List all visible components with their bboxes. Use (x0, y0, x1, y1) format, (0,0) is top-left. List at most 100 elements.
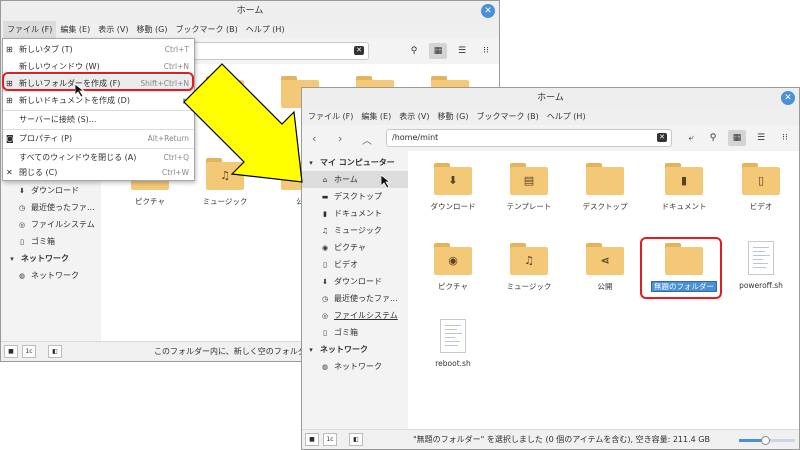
sidebar-item-downloads[interactable]: ⬇ ダウンロード (302, 273, 408, 290)
front-statusbar: ■ 1c ◧ "無題のフォルダー" を選択しました (0 個のアイテムを含む),… (302, 429, 799, 449)
zoom-slider[interactable] (739, 436, 795, 445)
compact-view-icon[interactable]: ⁝⁝ (776, 130, 794, 146)
front-menu-bookmarks[interactable]: ブックマーク (B) (472, 108, 542, 125)
tree-toggle-icon[interactable]: 1c (323, 433, 337, 446)
terminal-icon[interactable]: ⤶ (682, 130, 700, 146)
back-tree-toggle-icon[interactable]: 1c (22, 345, 36, 358)
grid-view-icon[interactable]: ▦ (728, 130, 746, 146)
path-input[interactable]: /home/mint ✕ (386, 129, 672, 147)
back-places-toggle-icon[interactable]: ■ (4, 345, 18, 358)
back-menubar: ファイル (F) 編集 (E) 表示 (V) 移動 (G) ブックマーク (B)… (1, 21, 499, 38)
folder-icon: ♫ (510, 243, 548, 275)
chevron-down-icon: ▾ (309, 159, 313, 167)
menu-item-close[interactable]: ✕ 閉じる (C) Ctrl+W (3, 164, 194, 181)
folder-item[interactable]: ♫ ミュージック (490, 243, 568, 292)
menu-item-new-tab[interactable]: ⊞ 新しいタブ (T) Ctrl+T (3, 41, 194, 58)
folder-item[interactable]: ▤ テンプレート (490, 163, 568, 212)
clear-icon[interactable]: ✕ (657, 133, 667, 142)
menu-item-new-document[interactable]: ⊞ 新しいドキュメントを作成 (D) ▶ (3, 92, 194, 109)
list-view-icon[interactable]: ☰ (752, 130, 770, 146)
back-path-field[interactable]: ✕ (191, 42, 369, 60)
back-menu-bookmarks[interactable]: ブックマーク (B) (171, 21, 241, 38)
back-menu-go[interactable]: 移動 (G) (133, 21, 172, 38)
folder-item[interactable]: ◉ ピクチャ (414, 243, 492, 292)
folder-icon: ▤ (510, 163, 548, 195)
search-icon[interactable]: ⚲ (704, 130, 722, 146)
file-item[interactable]: reboot.sh (414, 319, 492, 368)
back-folder-music[interactable]: ♫ ミュージック (186, 158, 264, 207)
back-list-view-icon[interactable]: ☰ (453, 43, 471, 59)
status-text: "無題のフォルダー" を選択しました (0 個のアイテムを含む), 空き容量: … (413, 435, 710, 444)
back-grid-view-icon[interactable]: ▦ (429, 43, 447, 59)
sidebar-item-videos[interactable]: ▯ ビデオ (302, 256, 408, 273)
back-menu-edit[interactable]: 編集 (E) (56, 21, 94, 38)
back-folder-top-1[interactable] (186, 76, 264, 108)
sidebar-item-pictures[interactable]: ◉ ピクチャ (302, 239, 408, 256)
back-sidebar-network-heading[interactable]: ▾ ネットワーク (1, 250, 101, 267)
home-icon: ⌂ (322, 176, 328, 184)
disk-icon: ◎ (18, 221, 26, 229)
folder-item[interactable]: ▯ ビデオ (722, 163, 799, 212)
back-search-icon[interactable]: ⚲ (405, 43, 423, 59)
new-document-icon: ⊞ (6, 96, 13, 105)
back-titlebar: ホーム ✕ (1, 1, 499, 21)
sidebar-item-trash[interactable]: ▯ ゴミ箱 (302, 324, 408, 341)
sidebar-item-network[interactable]: ◍ ネットワーク (302, 358, 408, 375)
folder-item[interactable]: デスクトップ (566, 163, 644, 212)
document-icon: ▮ (680, 174, 688, 187)
front-menu-help[interactable]: ヘルプ (H) (543, 108, 590, 125)
clear-icon[interactable]: ✕ (354, 46, 364, 55)
back-sidebar-filesystem[interactable]: ◎ ファイルシステム (1, 216, 101, 233)
folder-item[interactable]: ⋖ 公開 (566, 243, 644, 292)
hide-sidebar-icon[interactable]: ◧ (349, 433, 363, 446)
back-sidebar-trash[interactable]: ▯ ゴミ箱 (1, 233, 101, 250)
sidebar-item-music[interactable]: ♫ ミュージック (302, 222, 408, 239)
sidebar-item-documents[interactable]: ▮ ドキュメント (302, 205, 408, 222)
back-sidebar-recent[interactable]: ◷ 最近使ったファ... (1, 199, 101, 216)
front-close-button[interactable]: ✕ (781, 91, 795, 105)
menu-item-connect-server[interactable]: サーバーに接続 (S)... (3, 111, 194, 128)
front-menu-edit[interactable]: 編集 (E) (357, 108, 395, 125)
front-toolbar: ‹ › ︿ /home/mint ✕ ⤶ ⚲ ▦ ☰ ⁝⁝ (302, 125, 799, 151)
back-sidebar-downloads[interactable]: ⬇ ダウンロード (1, 182, 101, 199)
back-menu-help[interactable]: ヘルプ (H) (242, 21, 289, 38)
front-titlebar: ホーム ✕ (302, 88, 799, 108)
back-hide-sidebar-icon[interactable]: ◧ (48, 345, 62, 358)
trash-icon: ▯ (323, 329, 327, 337)
new-folder-highlight (2, 72, 194, 91)
camera-icon: ◉ (448, 254, 458, 267)
forward-arrow-icon[interactable]: › (338, 132, 342, 145)
front-menu-view[interactable]: 表示 (V) (395, 108, 433, 125)
folder-icon: ▮ (665, 163, 703, 195)
back-compact-view-icon[interactable]: ⁝⁝ (477, 43, 495, 59)
back-arrow-icon[interactable]: ‹ (312, 132, 316, 145)
folder-item[interactable]: ▮ ドキュメント (645, 163, 723, 212)
file-item[interactable]: poweroff.sh (722, 241, 799, 290)
network-icon: ◍ (18, 272, 26, 280)
up-arrow-icon[interactable]: ︿ (362, 132, 372, 147)
new-tab-icon: ⊞ (6, 45, 13, 54)
sidebar-item-recent[interactable]: ◷ 最近使ったファ... (302, 290, 408, 307)
back-menu-view[interactable]: 表示 (V) (94, 21, 132, 38)
back-close-button[interactable]: ✕ (481, 4, 495, 18)
new-folder-highlight (640, 237, 722, 299)
front-menu-file[interactable]: ファイル (F) (304, 108, 357, 125)
sidebar-item-home[interactable]: ⌂ ホーム (302, 171, 408, 188)
back-menu-file[interactable]: ファイル (F) (3, 21, 57, 38)
trash-icon: ▯ (20, 238, 24, 246)
download-icon: ⬇ (448, 174, 458, 187)
places-toggle-icon[interactable]: ■ (305, 433, 319, 446)
zoom-slider-handle[interactable] (761, 436, 770, 445)
menu-item-properties[interactable]: ◙ プロパティ (P) Alt+Return (3, 130, 194, 147)
folder-item[interactable]: ⬇ ダウンロード (414, 163, 492, 212)
sidebar-network-heading[interactable]: ▾ ネットワーク (302, 341, 408, 358)
back-window-title: ホーム (236, 6, 264, 16)
front-menu-go[interactable]: 移動 (G) (434, 108, 473, 125)
film-icon: ▯ (757, 174, 765, 187)
folder-icon: ◉ (434, 243, 472, 275)
chevron-down-icon: ▾ (10, 255, 14, 263)
sidebar-my-computer-heading[interactable]: ▾ マイ コンピューター (302, 154, 408, 171)
sidebar-item-desktop[interactable]: ▬ デスクトップ (302, 188, 408, 205)
back-sidebar-network[interactable]: ◍ ネットワーク (1, 267, 101, 284)
sidebar-item-filesystem[interactable]: ◎ ファイルシステム (302, 307, 408, 324)
